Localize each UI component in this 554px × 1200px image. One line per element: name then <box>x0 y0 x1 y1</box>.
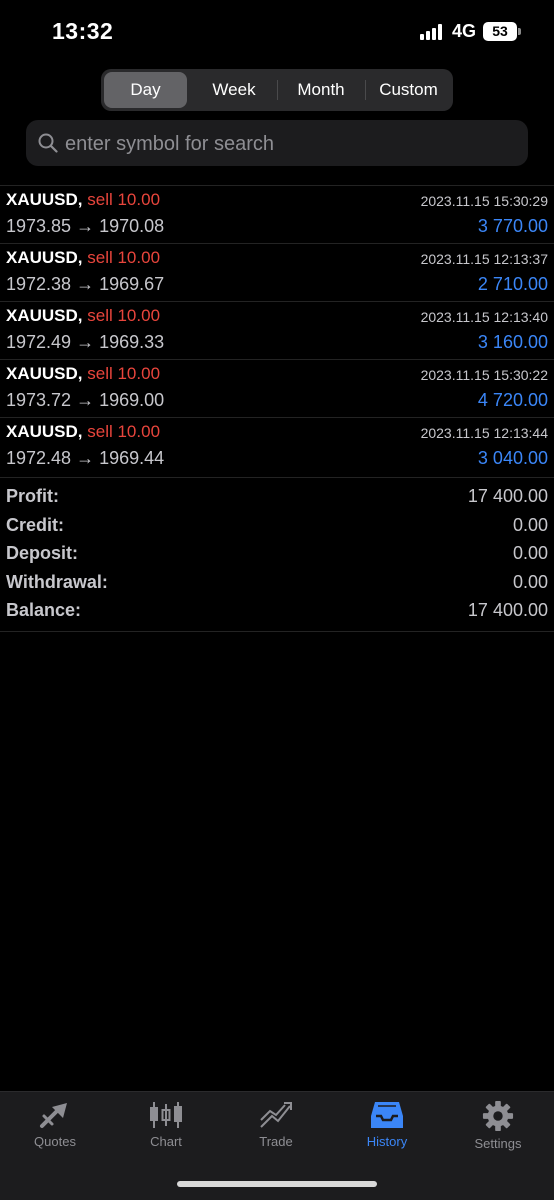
arrow-right-icon: → <box>76 274 95 294</box>
period-tab-month[interactable]: Month <box>279 72 363 108</box>
summary-value: 17 400.00 <box>467 486 548 506</box>
battery-tip <box>518 28 521 35</box>
tab-chart[interactable]: Chart <box>116 1100 216 1160</box>
arrow-right-icon: → <box>76 448 95 468</box>
network-type: 4G <box>452 21 477 41</box>
deal-time: 2023.11.15 12:13:44 <box>420 425 548 441</box>
deal-time: 2023.11.15 12:13:37 <box>420 251 548 267</box>
deal-symbol: XAUUSD, <box>6 248 83 267</box>
deal-row[interactable]: XAUUSD, sell 10.00 1972.49 → 1969.33 202… <box>0 302 554 360</box>
summary-value: 0.00 <box>512 543 548 563</box>
tab-label: Trade <box>259 1134 293 1149</box>
summary-label: Withdrawal: <box>6 572 108 592</box>
summary-value: 0.00 <box>512 515 548 535</box>
summary-profit: Profit: 17 400.00 <box>0 486 554 514</box>
deal-profit: 3 160.00 <box>477 332 548 352</box>
tab-settings[interactable]: Settings <box>448 1100 548 1160</box>
history-inbox-icon <box>371 1102 403 1128</box>
deal-row[interactable]: XAUUSD, sell 10.00 1972.38 → 1969.67 202… <box>0 244 554 302</box>
segment-divider <box>277 80 278 100</box>
deal-open-price: 1972.48 <box>6 448 72 468</box>
arrow-right-icon: → <box>76 390 95 410</box>
deal-symbol: XAUUSD, <box>6 190 83 209</box>
deal-side: sell 10.00 <box>87 364 161 383</box>
deal-row[interactable]: XAUUSD, sell 10.00 1973.72 → 1969.00 202… <box>0 360 554 418</box>
deal-side: sell 10.00 <box>87 306 161 325</box>
tab-trade[interactable]: Trade <box>226 1100 326 1160</box>
period-tab-day[interactable]: Day <box>104 72 187 108</box>
period-tab-week[interactable]: Week <box>193 72 275 108</box>
tab-label: Settings <box>474 1136 522 1151</box>
summary-label: Deposit: <box>6 543 78 563</box>
divider <box>0 477 554 478</box>
deal-side: sell 10.00 <box>87 248 161 267</box>
summary-credit: Credit: 0.00 <box>0 515 554 543</box>
cellular-signal-icon <box>420 24 446 40</box>
deal-side: sell 10.00 <box>87 422 161 441</box>
deal-close-price: 1970.08 <box>99 216 165 236</box>
tab-quotes[interactable]: Quotes <box>5 1100 105 1160</box>
segment-divider <box>365 80 366 100</box>
deal-symbol: XAUUSD, <box>6 306 83 325</box>
summary-withdrawal: Withdrawal: 0.00 <box>0 572 554 600</box>
summary-label: Credit: <box>6 515 64 535</box>
deal-symbol: XAUUSD, <box>6 422 83 441</box>
summary-label: Balance: <box>6 600 82 620</box>
deal-symbol: XAUUSD, <box>6 364 83 383</box>
divider <box>0 631 554 632</box>
search-icon <box>38 133 58 153</box>
battery-icon: 53 <box>483 22 517 41</box>
gear-icon <box>482 1100 514 1132</box>
deal-profit: 4 720.00 <box>477 390 548 410</box>
deal-close-price: 1969.00 <box>99 390 165 410</box>
deal-profit: 3 040.00 <box>477 448 548 468</box>
tab-label: Quotes <box>34 1134 76 1149</box>
status-bar: 13:32 4G 53 <box>0 0 554 64</box>
deal-open-price: 1972.49 <box>6 332 72 352</box>
arrow-right-icon: → <box>76 332 95 352</box>
summary-balance: Balance: 17 400.00 <box>0 600 554 628</box>
quotes-icon <box>40 1103 67 1128</box>
deal-profit: 2 710.00 <box>477 274 548 294</box>
status-time: 13:32 <box>52 18 114 44</box>
summary-value: 0.00 <box>512 572 548 592</box>
period-tab-custom[interactable]: Custom <box>367 72 450 108</box>
deal-open-price: 1972.38 <box>6 274 72 294</box>
deal-open-price: 1973.72 <box>6 390 72 410</box>
deal-side: sell 10.00 <box>87 190 161 209</box>
deal-close-price: 1969.44 <box>99 448 165 468</box>
deal-time: 2023.11.15 12:13:40 <box>420 309 548 325</box>
deal-close-price: 1969.67 <box>99 274 165 294</box>
tab-label: History <box>366 1134 408 1149</box>
search-input[interactable]: enter symbol for search <box>26 120 528 166</box>
deal-close-price: 1969.33 <box>99 332 165 352</box>
trade-trend-icon <box>260 1102 292 1128</box>
search-placeholder: enter symbol for search <box>65 133 274 155</box>
deal-time: 2023.11.15 15:30:29 <box>420 193 548 209</box>
deal-row[interactable]: XAUUSD, sell 10.00 1973.85 → 1970.08 202… <box>0 186 554 244</box>
period-segmented-control: Day Week Month Custom <box>101 69 453 111</box>
deal-time: 2023.11.15 15:30:22 <box>420 367 548 383</box>
deal-open-price: 1973.85 <box>6 216 72 236</box>
summary-value: 17 400.00 <box>467 600 548 620</box>
deal-profit: 3 770.00 <box>477 216 548 236</box>
summary-deposit: Deposit: 0.00 <box>0 543 554 571</box>
tab-label: Chart <box>150 1134 182 1149</box>
deal-row[interactable]: XAUUSD, sell 10.00 1972.48 → 1969.44 202… <box>0 418 554 476</box>
candlestick-chart-icon <box>150 1102 182 1128</box>
arrow-right-icon: → <box>76 216 95 236</box>
tab-history[interactable]: History <box>337 1100 437 1160</box>
home-indicator[interactable] <box>177 1181 377 1187</box>
summary-label: Profit: <box>6 486 59 506</box>
